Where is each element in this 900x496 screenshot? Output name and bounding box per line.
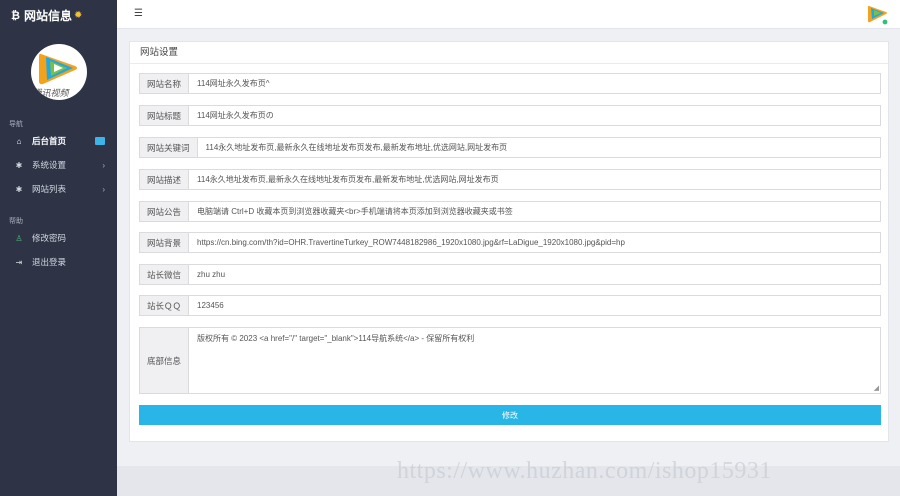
footer-info-text: 版权所有 © 2023 <a href="/" target="_blank">… [197,334,475,343]
field-label: 网站名称 [139,73,189,94]
field-site-background: 网站背景 https://cn.bing.com/th?id=OHR.Trave… [139,232,881,253]
chevron-right-icon: › [102,184,105,194]
field-owner-qq: 站长ＱＱ 123456 [139,295,881,316]
sidebar-item-label: 后台首页 [32,136,67,146]
avatar: 腾讯视频 [30,44,87,100]
field-owner-wechat: 站长微信 zhu zhu [139,264,881,285]
field-label: 网站关键词 [139,137,197,158]
field-site-description: 网站描述 114永久地址发布页,最新永久在线地址发布页发布,最新发布地址,优选网… [139,169,881,190]
gear-icon: ✱ [15,160,23,170]
user-icon: ♙ [15,233,23,243]
field-label: 网站公告 [139,201,189,222]
owner-qq-input[interactable]: 123456 [188,295,881,316]
field-footer-info: 底部信息 版权所有 © 2023 <a href="/" target="_bl… [139,327,881,394]
top-bar: ☰ [117,0,900,29]
gear-icon: ✱ [15,184,23,194]
panel-title: 网站设置 [130,42,888,64]
sidebar-item-label: 修改密码 [32,233,67,243]
logout-icon: ⇥ [15,257,23,267]
site-description-input[interactable]: 114永久地址发布页,最新永久在线地址发布页发布,最新发布地址,优选网站,网址发… [188,169,881,190]
site-keywords-input[interactable]: 114永久地址发布页,最新永久在线地址发布页发布,最新发布地址,优选网站,网址发… [196,137,881,158]
sidebar-item-label: 退出登录 [32,257,67,267]
sidebar-item-label: 网站列表 [32,184,67,194]
field-label: 网站标题 [139,105,189,126]
chevron-right-icon: › [102,160,105,170]
field-site-title: 网站标题 114网址永久发布页の [139,105,881,126]
resize-handle-icon[interactable]: ◢ [874,384,879,392]
brand-title: 网站信息 [23,9,72,23]
field-label: 网站描述 [139,169,189,190]
sidebar-item-site-list[interactable]: ✱ 网站列表 › [0,177,117,201]
watermark-text: https://www.huzhan.com/ishop15931 [397,458,772,484]
site-title-input[interactable]: 114网址永久发布页の [188,105,881,126]
home-icon: ⌂ [16,136,22,146]
badge-icon [95,137,105,145]
avatar-caption: 腾讯视频 [32,88,69,98]
field-label: 网站背景 [139,232,189,253]
site-background-input[interactable]: https://cn.bing.com/th?id=OHR.Travertine… [188,232,881,253]
site-name-input[interactable]: 114网址永久发布页^ [188,73,881,94]
field-site-keywords: 网站关键词 114永久地址发布页,最新永久在线地址发布页发布,最新发布地址,优选… [139,137,881,158]
field-label: 底部信息 [139,327,189,394]
sidebar-item-logout[interactable]: ⇥ 退出登录 [0,250,117,274]
help-section-title: 帮助 [9,218,23,225]
submit-button[interactable]: 修改 [139,405,881,425]
footer-info-textarea[interactable]: 版权所有 © 2023 <a href="/" target="_blank">… [188,327,881,394]
sun-icon: ✹ [73,10,83,21]
tencent-video-logo[interactable] [867,3,889,25]
field-label: 站长ＱＱ [139,295,189,316]
site-announcement-input[interactable]: 电脑端请 Ctrl+D 收藏本页到浏览器收藏夹<br>手机端请将本页添加到浏览器… [188,201,881,222]
field-label: 站长微信 [139,264,189,285]
owner-wechat-input[interactable]: zhu zhu [188,264,881,285]
bitcoin-icon: ₿ [11,9,20,22]
hamburger-icon[interactable]: ☰ [134,8,143,19]
field-site-announcement: 网站公告 电脑端请 Ctrl+D 收藏本页到浏览器收藏夹<br>手机端请将本页添… [139,201,881,222]
sidebar-item-label: 系统设置 [32,160,67,170]
sidebar-item-change-password[interactable]: ♙ 修改密码 [0,226,117,250]
nav-section-title: 导航 [9,121,23,128]
site-settings-panel: 网站设置 网站名称 114网址永久发布页^ 网站标题 114网址永久发布页の 网… [129,41,889,442]
tencent-video-logo [38,53,77,85]
sidebar: ₿ 网站信息 ✹ 腾讯视频 导航 ⌂ 后台首页 ✱ 系统设置 › ✱ 网站列表 … [0,0,117,496]
brand: ₿ 网站信息 ✹ [0,0,117,31]
field-site-name: 网站名称 114网址永久发布页^ [139,73,881,94]
sidebar-item-dashboard[interactable]: ⌂ 后台首页 [0,129,117,153]
sidebar-item-system-settings[interactable]: ✱ 系统设置 › [0,153,117,177]
